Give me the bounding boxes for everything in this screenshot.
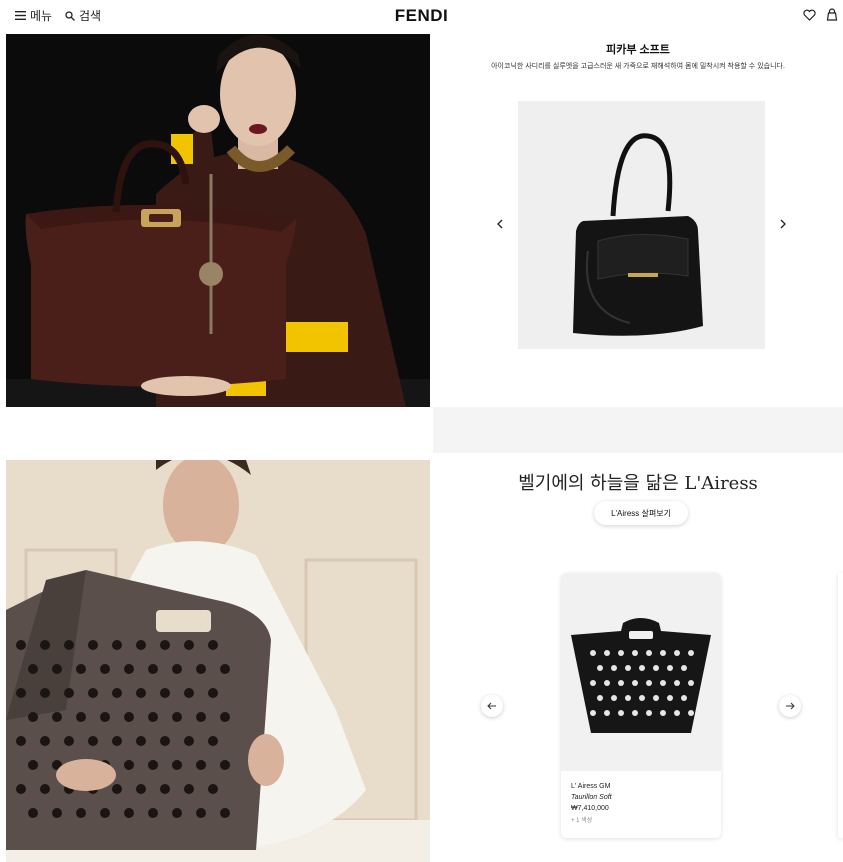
carousel-prev-button[interactable] (496, 218, 504, 232)
peekaboo-soft-title: 피카부 소프트 (606, 44, 670, 56)
chevron-right-icon (780, 219, 786, 229)
chevron-left-icon (497, 219, 503, 229)
carousel-next-button[interactable] (779, 218, 787, 232)
next-product-card-peek[interactable] (838, 573, 843, 838)
peekaboo-campaign-image[interactable] (6, 34, 430, 407)
product-price: ₩7,410,000 (571, 805, 609, 812)
lairess-title: 벨기에의 하늘을 닮은 L'Airess (518, 473, 758, 494)
peekaboo-product-image[interactable] (518, 101, 765, 349)
product-color-count: + 1 색상 (571, 818, 593, 824)
product-next-button[interactable] (779, 695, 801, 717)
arrow-right-icon (786, 702, 795, 710)
lairess-campaign-image[interactable] (6, 460, 430, 862)
shopping-bag-icon[interactable] (826, 8, 838, 21)
section-divider (433, 407, 843, 453)
product-name: L' Airess GM (571, 783, 611, 790)
top-navigation: 메뉴 검색 FENDI (0, 0, 843, 32)
wishlist-heart-icon[interactable] (803, 9, 816, 21)
product-material: Taurillon Soft (571, 794, 612, 801)
lairess-product-image (561, 573, 721, 771)
lairess-explore-button[interactable]: L'Airess 살펴보기 (594, 501, 688, 525)
product-prev-button[interactable] (481, 695, 503, 717)
product-card[interactable]: L' Airess GM Taurillon Soft ₩7,410,000 +… (561, 573, 721, 838)
peekaboo-soft-description: 아이코닉한 사디리를 실루엣을 고급스러운 새 가죽으로 재해석하여 몸에 밀착… (491, 63, 785, 70)
fendi-logo[interactable]: FENDI (0, 6, 843, 26)
arrow-left-icon (487, 702, 496, 710)
